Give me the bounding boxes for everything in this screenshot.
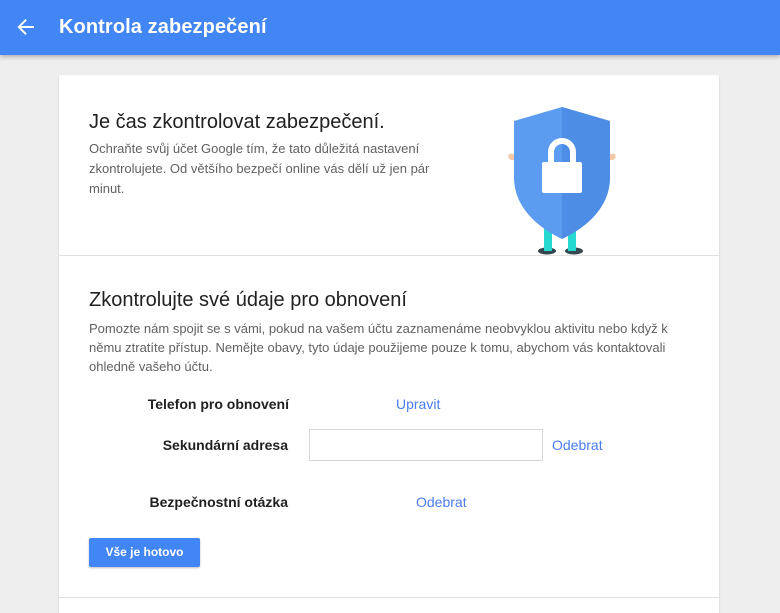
intro-heading: Je čas zkontrolovat zabezpečení. <box>89 111 385 133</box>
intro-text: Ochraňte svůj účet Google tím, že tato d… <box>89 141 430 196</box>
recovery-text: Pomozte nám spojit se s vámi, pokud na v… <box>89 321 668 374</box>
section-divider <box>59 255 719 256</box>
secondary-email-input[interactable] <box>309 429 543 461</box>
security-checkup-card: Je čas zkontrolovat zabezpečení. Ochraňt… <box>59 75 719 613</box>
security-question-label: Bezpečnostní otázka <box>149 494 288 510</box>
recovery-phone-label: Telefon pro obnovení <box>147 396 289 412</box>
back-button[interactable] <box>10 11 42 43</box>
intro-section: Je čas zkontrolovat zabezpečení. Ochraňt… <box>59 75 719 256</box>
secondary-email-label: Sekundární adresa <box>162 437 288 453</box>
shield-lock-character-icon <box>508 107 616 255</box>
page-title: Kontrola zabezpečení <box>59 16 267 38</box>
edit-phone-link[interactable]: Upravit <box>396 396 440 412</box>
arrow-back-icon <box>17 19 34 35</box>
section-divider-bottom <box>59 597 719 598</box>
all-done-button[interactable]: Vše je hotovo <box>89 538 200 567</box>
app-header: Kontrola zabezpečení <box>0 0 780 55</box>
recovery-heading: Zkontrolujte své údaje pro obnovení <box>89 289 407 311</box>
remove-email-link[interactable]: Odebrat <box>552 437 603 453</box>
remove-question-link[interactable]: Odebrat <box>416 494 467 510</box>
